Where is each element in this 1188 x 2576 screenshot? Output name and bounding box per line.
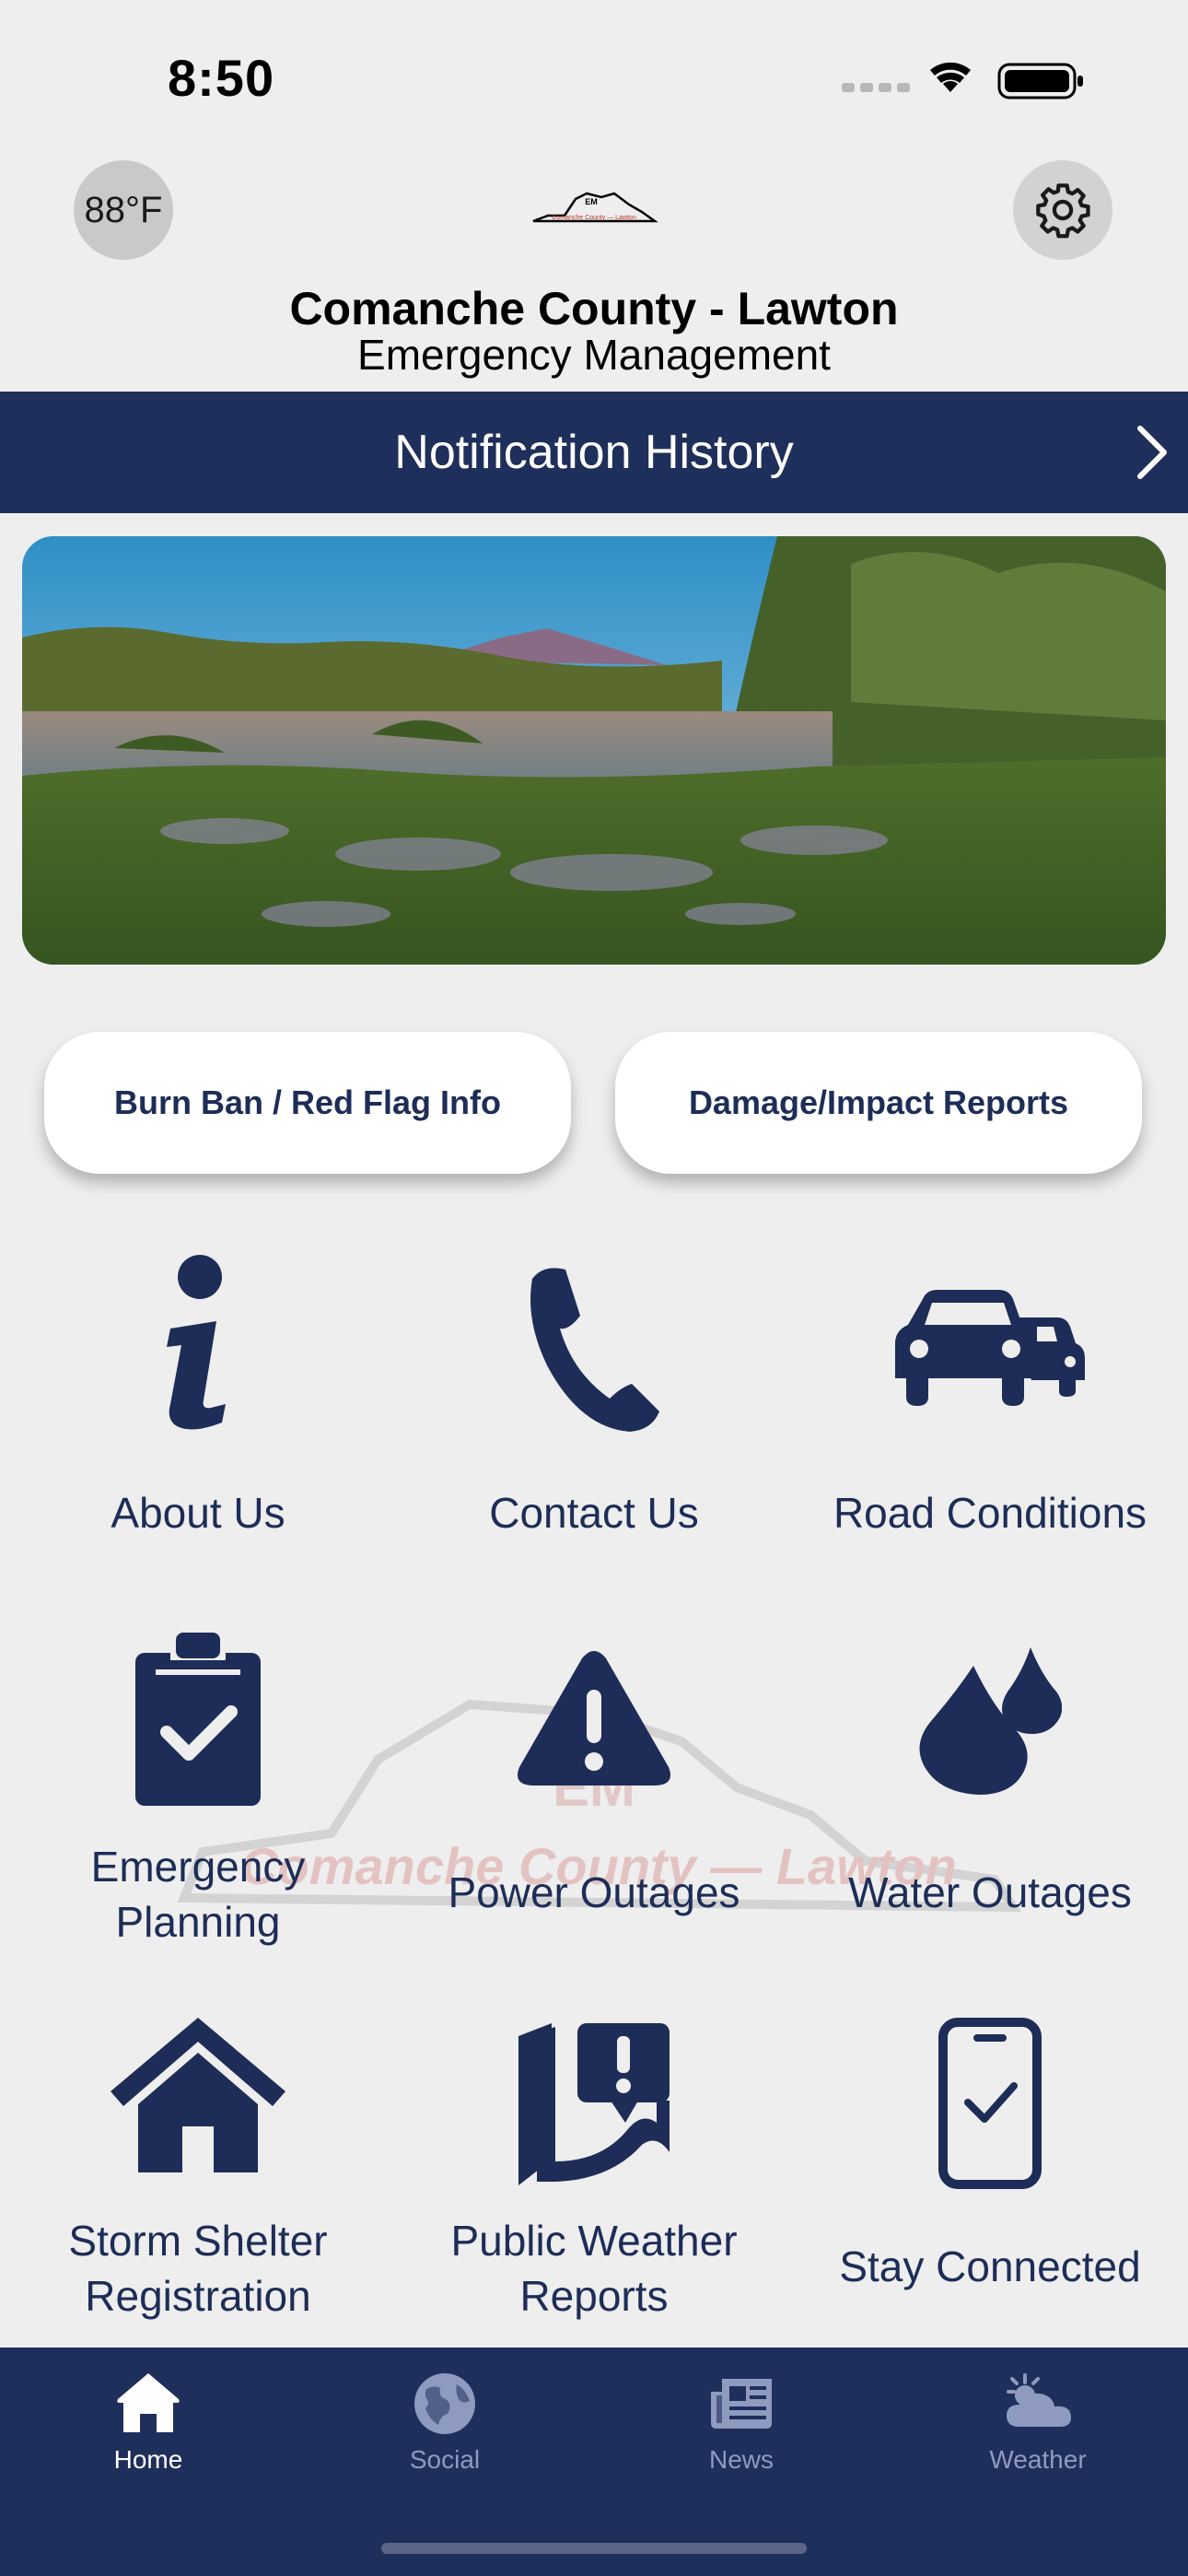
water-outages-label: Water Outages: [848, 1868, 1132, 1916]
info-icon: [167, 1255, 226, 1430]
home-indicator: [381, 2543, 807, 2554]
burn-ban-label: Burn Ban / Red Flag Info: [114, 1083, 501, 1121]
house-icon: [111, 2018, 285, 2172]
warning-icon: [518, 1651, 670, 1786]
notification-history-label: Notification History: [394, 426, 794, 479]
temperature-value: 88°F: [84, 189, 163, 230]
cars-icon: [895, 1290, 1085, 1406]
damage-reports-label: Damage/Impact Reports: [688, 1083, 1069, 1121]
logo-initials: EM: [585, 197, 598, 206]
emergency-planning-text: Emergency Planning: [90, 1843, 306, 1946]
logo-text: Comanche County — Lawton: [552, 215, 636, 221]
tab-home-label: Home: [113, 2445, 183, 2474]
status-icons: [842, 62, 1083, 100]
globe-icon: [414, 2373, 475, 2434]
notification-history-button[interactable]: Notification History: [0, 392, 1188, 513]
settings-button[interactable]: [1013, 160, 1112, 260]
phone-icon: [530, 1268, 659, 1432]
public-weather-reports-label: Public Weather Reports: [396, 2213, 792, 2324]
power-outages-label: Power Outages: [448, 1868, 740, 1916]
public-weather-reports-text: Public Weather Reports: [450, 2217, 738, 2320]
agency-logo: EM Comanche County — Lawton: [532, 192, 658, 223]
road-conditions-label: Road Conditions: [833, 1489, 1147, 1537]
tab-weather-label: Weather: [989, 2445, 1087, 2474]
contact-us-label: Contact Us: [489, 1489, 699, 1537]
about-us-label: About Us: [111, 1489, 285, 1537]
tab-home[interactable]: Home: [0, 2348, 297, 2504]
storm-shelter-label: Storm Shelter Registration: [0, 2213, 396, 2324]
clipboard-check-icon: [135, 1633, 261, 1806]
damage-reports-button[interactable]: Damage/Impact Reports: [615, 1032, 1142, 1174]
newspaper-icon: [711, 2379, 772, 2429]
chevron-right-icon: [1137, 426, 1167, 479]
hero-landscape-image: [22, 536, 1166, 965]
tab-weather[interactable]: Weather: [890, 2348, 1186, 2504]
cloud-sun-icon: [1007, 2373, 1071, 2427]
tab-bar: Home Social News Weather: [0, 2348, 1188, 2576]
storm-shelter-text: Storm Shelter Registration: [68, 2217, 328, 2320]
burn-ban-button[interactable]: Burn Ban / Red Flag Info: [44, 1032, 571, 1174]
status-time: 8:50: [168, 49, 275, 107]
tab-news-label: News: [708, 2445, 774, 2474]
wifi-icon: [930, 62, 971, 92]
gear-icon: [1036, 183, 1090, 239]
org-title: Comanche County - Lawton: [289, 283, 899, 334]
tab-social-label: Social: [409, 2445, 481, 2474]
stay-connected-label: Stay Connected: [839, 2242, 1141, 2290]
cellular-signal-icon: [842, 83, 910, 92]
water-drops-icon: [919, 1647, 1062, 1795]
map-alert-icon: [518, 2023, 670, 2185]
battery-icon: [997, 63, 1083, 100]
emergency-planning-label: Emergency Planning: [0, 1839, 396, 1950]
temperature-badge[interactable]: 88°F: [74, 160, 173, 260]
tab-social[interactable]: Social: [297, 2348, 593, 2504]
phone-check-icon: [938, 2018, 1042, 2189]
tab-news[interactable]: News: [593, 2348, 890, 2504]
home-icon: [117, 2373, 180, 2432]
org-subtitle: Emergency Management: [357, 331, 831, 379]
